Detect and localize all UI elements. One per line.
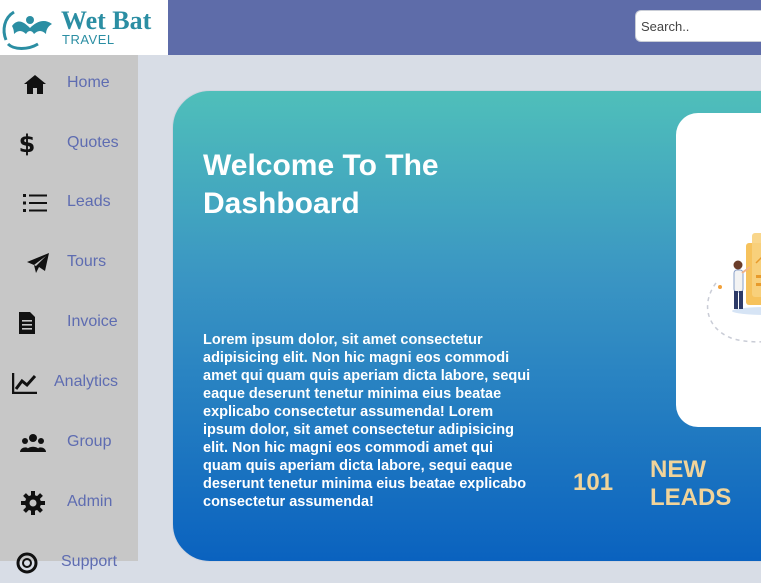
brand-logo[interactable]: Wet Bat TRAVEL	[0, 0, 168, 55]
sidebar-item-leads[interactable]: Leads	[0, 183, 138, 223]
home-icon	[22, 71, 48, 97]
sidebar-item-label: Home	[67, 74, 110, 91]
sidebar-item-label: Support	[61, 553, 118, 570]
sidebar-item-home[interactable]: Home	[0, 64, 138, 104]
sidebar-item-admin[interactable]: Admin	[0, 483, 138, 523]
dollar-icon: $	[18, 130, 36, 158]
welcome-panel: Welcome To The Dashboard Lorem ipsum dol…	[172, 90, 761, 562]
sidebar-item-label: Invoice	[67, 313, 118, 330]
page-title: Welcome To The Dashboard	[203, 149, 439, 220]
sidebar-item-support[interactable]: Support	[0, 543, 138, 583]
brand-subtitle: TRAVEL	[62, 32, 115, 47]
sidebar-item-label: Analytics	[54, 373, 119, 390]
new-leads-label: NEW LEADS	[650, 456, 732, 511]
presentation-illustration	[706, 233, 761, 343]
sidebar-item-label: Group	[67, 433, 112, 450]
bat-logo-icon	[2, 10, 52, 50]
brand-name: Wet Bat	[61, 6, 152, 35]
document-icon	[14, 310, 40, 336]
sidebar-item-group[interactable]: Group	[0, 423, 138, 463]
sidebar: Home $ Quotes Leads Tours Invoice Analyt…	[0, 55, 138, 574]
sidebar-item-label: Tours	[67, 253, 107, 270]
illustration-card	[676, 113, 761, 427]
gear-icon	[20, 490, 46, 516]
new-leads-count: 101	[573, 469, 614, 496]
sidebar-item-label: Admin	[67, 493, 113, 510]
sidebar-item-tours[interactable]: Tours	[0, 243, 138, 283]
sidebar-item-label: Leads	[67, 193, 111, 210]
paper-plane-icon	[25, 250, 51, 276]
list-icon	[22, 190, 48, 216]
chart-line-icon	[12, 370, 38, 396]
sidebar-item-invoice[interactable]: Invoice	[0, 303, 138, 343]
welcome-description: Lorem ipsum dolor, sit amet consectetur …	[203, 332, 531, 510]
users-icon	[20, 430, 46, 456]
sidebar-item-analytics[interactable]: Analytics	[0, 363, 138, 403]
sidebar-item-label: Quotes	[67, 134, 119, 151]
search-input[interactable]	[635, 10, 761, 42]
support-icon	[14, 550, 40, 576]
sidebar-item-quotes[interactable]: $ Quotes	[0, 124, 138, 164]
top-bar: Wet Bat TRAVEL	[0, 0, 761, 55]
